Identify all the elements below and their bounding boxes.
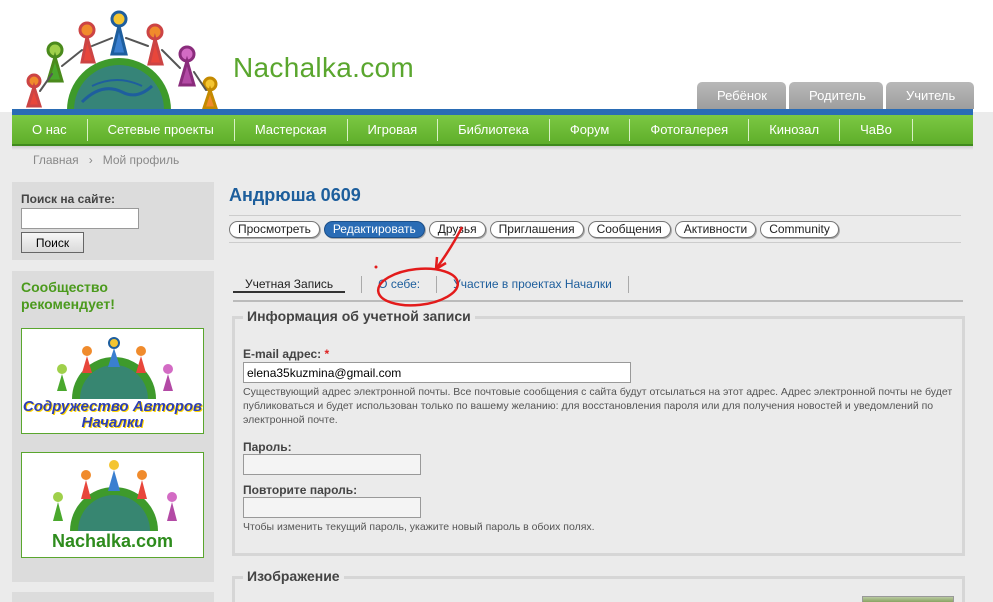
banner-authors-text: Содружество Авторов Началки (22, 398, 203, 431)
authors-community-banner[interactable]: Содружество Авторов Началки (21, 328, 204, 434)
nav-item-network-projects[interactable]: Сетевые проекты (88, 118, 235, 141)
tab-community[interactable]: Community (760, 221, 839, 238)
tab-edit[interactable]: Редактировать (323, 221, 425, 238)
role-tab-child[interactable]: Ребёнок (697, 82, 786, 109)
role-tab-teacher[interactable]: Учитель (886, 82, 974, 109)
nav-shadow (12, 146, 973, 150)
confirm-password-label: Повторите пароль: (243, 483, 358, 497)
tabs-divider (229, 242, 961, 243)
email-label: E-mail адрес: * (243, 347, 329, 361)
nav-item-photo-gallery[interactable]: Фотогалерея (630, 118, 750, 141)
tab-messages[interactable]: Сообщения (587, 221, 671, 238)
nav-item-library[interactable]: Библиотека (438, 118, 550, 141)
image-fieldset: Изображение (232, 568, 965, 602)
tab-friends[interactable]: Друзья (428, 221, 486, 238)
account-info-fieldset: Информация об учетной записи E-mail адре… (232, 308, 965, 556)
edit-subtabs: Учетная Запись О себе: Участие в проекта… (233, 276, 629, 293)
sidebar-next-block (12, 592, 214, 602)
image-legend: Изображение (243, 568, 344, 584)
subtab-projects[interactable]: Участие в проектах Началки (437, 276, 629, 293)
role-tab-parent[interactable]: Родитель (789, 82, 883, 109)
subtabs-divider (233, 300, 963, 302)
breadcrumb-home[interactable]: Главная (33, 153, 79, 167)
email-field[interactable] (243, 362, 631, 383)
main-nav: О нас Сетевые проекты Мастерская Игровая… (12, 115, 973, 146)
nav-item-forum[interactable]: Форум (550, 118, 631, 141)
required-mark: * (324, 347, 330, 361)
globe-kids-image (53, 460, 177, 531)
search-label: Поиск на сайте: (21, 192, 116, 206)
breadcrumb: Главная › Мой профиль (33, 153, 179, 167)
page-title: Андрюша 0609 (229, 185, 361, 205)
search-input[interactable] (21, 208, 139, 229)
password-label: Пароль: (243, 440, 292, 454)
breadcrumb-current: Мой профиль (102, 153, 180, 167)
search-button[interactable]: Поиск (21, 232, 84, 253)
confirm-password-field[interactable] (243, 497, 421, 518)
tab-invitations[interactable]: Приглашения (489, 221, 584, 238)
subtab-account[interactable]: Учетная Запись (233, 276, 346, 293)
tab-activities[interactable]: Активности (674, 221, 757, 238)
site-header: Nachalka.com Ребёнок Родитель Учитель (0, 0, 993, 112)
password-description: Чтобы изменить текущий пароль, укажите н… (243, 521, 595, 533)
search-block: Поиск на сайте: Поиск (12, 182, 214, 260)
email-description: Существующий адрес электронной почты. Вс… (243, 386, 953, 426)
nachalka-banner[interactable]: Nachalka.com (21, 452, 204, 558)
role-tabs: Ребёнок Родитель Учитель (697, 82, 974, 109)
globe-kids-image (57, 337, 173, 399)
tab-view[interactable]: Просмотреть (229, 221, 320, 238)
breadcrumb-separator: › (88, 153, 93, 167)
profile-image-thumbnail (862, 596, 954, 602)
title-divider (229, 215, 961, 216)
nav-item-cinema[interactable]: Кинозал (749, 118, 841, 141)
banner-nachalka-text: Nachalka.com (51, 531, 174, 551)
community-block: Сообщество рекомендует! Содружество Авто… (12, 271, 214, 582)
nav-item-about[interactable]: О нас (12, 118, 88, 141)
email-label-text: E-mail адрес: (243, 347, 322, 361)
password-field[interactable] (243, 454, 421, 475)
site-name[interactable]: Nachalka.com (233, 52, 414, 84)
community-title: Сообщество рекомендует! (21, 279, 115, 312)
site-logo[interactable] (12, 6, 227, 110)
nav-item-workshop[interactable]: Мастерская (235, 118, 348, 141)
nav-item-faq[interactable]: ЧаВо (840, 118, 913, 141)
profile-tabs: Просмотреть Редактировать Друзья Приглаш… (229, 221, 839, 238)
nav-item-playroom[interactable]: Игровая (348, 118, 439, 141)
subtab-about-me[interactable]: О себе: (362, 276, 438, 293)
account-info-legend: Информация об учетной записи (243, 308, 475, 324)
